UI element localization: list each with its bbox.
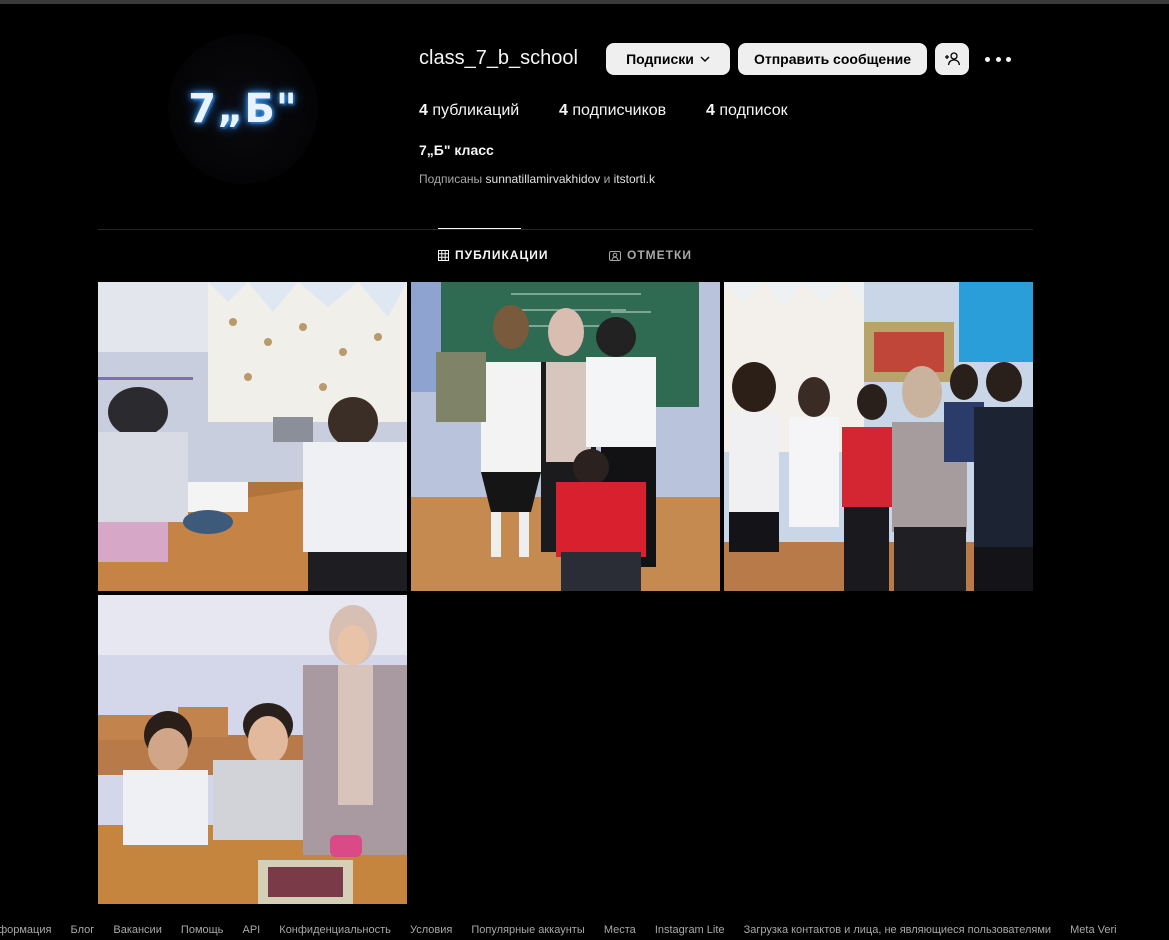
posts-count: 4 [419, 102, 428, 119]
followed-by-prefix: Подписаны [419, 172, 483, 186]
grid-icon [438, 249, 449, 261]
post-image [98, 595, 407, 904]
profile-full-name: 7„Б" класс [419, 142, 494, 158]
following-button[interactable]: Подписки [606, 43, 730, 75]
followed-by-account-link[interactable]: sunnatillamirvakhidov [486, 172, 601, 186]
footer-links: нформация Блог Вакансии Помощь API Конфи… [0, 924, 1169, 940]
profile-username: class_7_b_school [419, 47, 578, 69]
footer-link[interactable]: Загрузка контактов и лица, не являющиеся… [744, 924, 1051, 936]
footer-link[interactable]: нформация [0, 924, 51, 936]
tabs-divider [98, 229, 1033, 230]
post-image [724, 282, 1033, 591]
post-thumbnail[interactable] [98, 595, 407, 904]
chevron-down-icon [700, 56, 710, 62]
footer-link[interactable]: Конфиденциальность [279, 924, 391, 936]
tagged-icon [609, 250, 621, 261]
post-image [98, 282, 407, 591]
post-thumbnail[interactable] [411, 282, 720, 591]
posts-stat: 4 публикаций [419, 102, 519, 120]
avatar-text: 7„Б" [188, 86, 298, 132]
send-message-button[interactable]: Отправить сообщение [738, 43, 927, 75]
footer-link[interactable]: Помощь [181, 924, 224, 936]
post-image [411, 282, 720, 591]
post-thumbnail[interactable] [724, 282, 1033, 591]
tab-posts[interactable]: ПУБЛИКАЦИИ [438, 248, 548, 262]
following-label: подписок [719, 102, 788, 119]
post-thumbnail[interactable] [98, 282, 407, 591]
tab-tagged[interactable]: ОТМЕТКИ [609, 248, 692, 262]
more-dot [985, 56, 990, 62]
tab-tagged-label: ОТМЕТКИ [627, 248, 692, 262]
more-options-button[interactable] [985, 50, 1011, 68]
following-count: 4 [706, 102, 715, 119]
followers-count: 4 [559, 102, 568, 119]
footer-link[interactable]: Вакансии [113, 924, 162, 936]
suggested-users-button[interactable] [935, 43, 969, 75]
following-stat[interactable]: 4 подписок [706, 102, 788, 120]
footer-link[interactable]: Условия [410, 924, 452, 936]
footer-link[interactable]: Блог [71, 924, 95, 936]
active-tab-indicator [438, 228, 521, 229]
tab-posts-label: ПУБЛИКАЦИИ [455, 248, 549, 262]
more-dot [1006, 56, 1011, 62]
footer-link[interactable]: Популярные аккаунты [471, 924, 584, 936]
following-button-label: Подписки [626, 51, 694, 67]
send-message-label: Отправить сообщение [753, 51, 912, 67]
footer-link[interactable]: Meta Veri [1070, 924, 1116, 936]
footer-link[interactable]: Instagram Lite [655, 924, 725, 936]
footer-link[interactable]: Места [604, 924, 636, 936]
window-top-border [0, 0, 1169, 4]
footer-link[interactable]: API [242, 924, 260, 936]
profile-avatar[interactable]: 7„Б" [168, 34, 318, 184]
followed-by-line: Подписаны sunnatillamirvakhidov и itstor… [419, 172, 655, 186]
followers-label: подписчиков [572, 102, 667, 119]
followed-by-account-link[interactable]: itstorti.k [614, 172, 655, 186]
posts-label: публикаций [432, 102, 520, 119]
more-dot [995, 56, 1001, 62]
followers-stat[interactable]: 4 подписчиков [559, 102, 666, 120]
add-user-icon [945, 52, 960, 66]
followed-by-and: и [603, 172, 611, 186]
